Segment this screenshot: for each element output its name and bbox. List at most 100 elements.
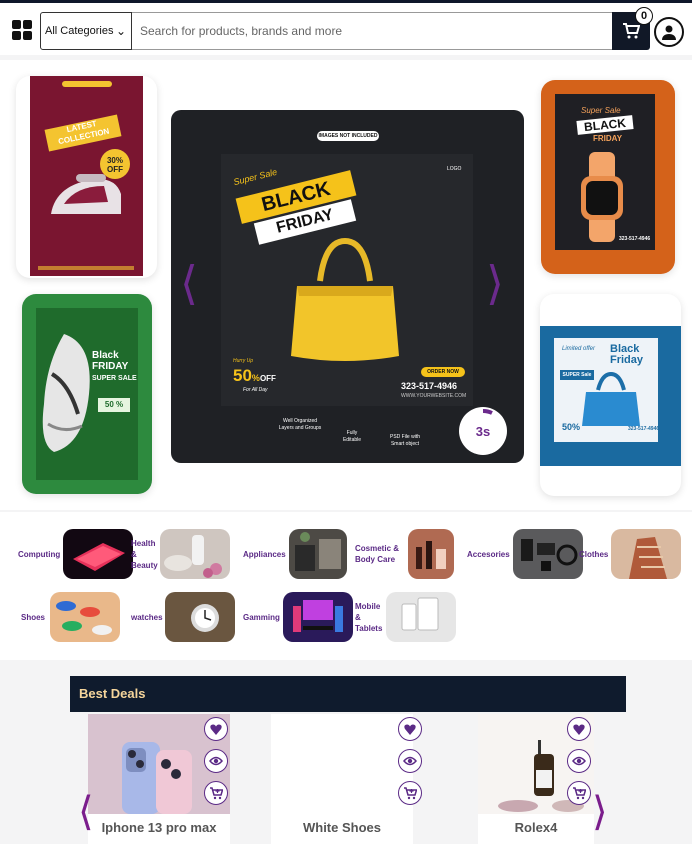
account-button[interactable] [654,17,684,47]
category-image [386,592,456,642]
slide-for-all: For All Day [243,387,268,393]
chevron-down-icon: ⌄ [115,24,126,38]
product-name: Iphone 13 pro max [101,820,217,835]
promo-card-black-friday-shoes[interactable]: Black FRIDAY SUPER SALE 50 % [22,294,152,494]
slide-discount-value: 50 [233,366,252,385]
wishlist-button[interactable] [204,717,228,741]
promo-poster: Limited offer Black Friday SUPER Sale 50%… [540,326,681,466]
promo-title-line3: SUPER SALE [92,375,137,382]
slide-tag: IMAGES NOT INCLUDED [317,131,379,141]
category-image [160,529,230,579]
category-select[interactable]: All Categories ⌄ [40,12,132,50]
carousel-timer: 3s [459,407,507,455]
deals-prev-arrow[interactable]: ⟨ [78,792,94,832]
slide-feature-2: Fully Editable [342,430,362,443]
quick-view-button[interactable] [398,749,422,773]
eye-icon [403,756,417,766]
slide-feature-1: Well Organized Layers and Groups [278,418,322,431]
slide-phone: 323-517-4946 [401,381,458,391]
iron-image [51,174,121,214]
product-name: White Shoes [302,820,381,835]
wishlist-button[interactable] [567,717,591,741]
promo-poster: LATEST COLLECTION 30% OFF [30,76,143,276]
handbag-image [291,237,399,361]
promo-phone: 323-517-4946 [628,426,660,432]
eye-icon [572,756,586,766]
category-image [288,529,347,579]
add-to-cart-button[interactable] [398,781,422,805]
slide-upto: Hurry Up [233,358,254,364]
category-watches[interactable]: watches [131,592,235,642]
category-label: watches [131,612,163,622]
product-card[interactable]: White Shoes [271,714,413,844]
category-label: Clothes [579,549,609,559]
timer-ring-icon [482,409,493,415]
quick-view-button[interactable] [567,749,591,773]
category-image [282,592,353,642]
category-health-beauty[interactable]: Health & Beauty [131,529,230,579]
promo-script: Limited offer [562,346,596,352]
category-select-value: All Categories [45,25,114,37]
promo-card-watch[interactable]: Super Sale BLACK FRIDAY 323-517-4946 [541,80,675,274]
heart-icon [210,724,222,735]
category-shoes[interactable]: Shoes [21,592,121,642]
deals-next-arrow[interactable]: ⟩ [592,792,608,832]
slide-off: OFF [259,374,276,383]
category-accessories[interactable]: Accesories [467,529,583,579]
promo-phone: 323-517-4946 [619,236,651,242]
heart-icon [573,724,585,735]
promo-card-latest-collection[interactable]: LATEST COLLECTION 30% OFF [16,76,157,278]
cart-icon [623,23,640,39]
add-to-cart-button[interactable] [567,781,591,805]
promo-card-blue-bag[interactable]: Limited offer Black Friday SUPER Sale 50%… [540,294,681,496]
slide-discount-unit: % [251,373,260,383]
category-label: Cosmetic & Body Care [355,544,400,564]
cart-count-badge: 0 [635,7,653,25]
promo-discount: 50 % [98,398,130,412]
category-image [611,529,682,579]
category-computing[interactable]: Computing [18,529,134,579]
promo-title: Black FRIDAY SUPER SALE [92,350,146,384]
category-strip: Computing Health & Beauty Appliances Cos… [0,512,692,660]
heart-icon [404,724,416,735]
wishlist-button[interactable] [398,717,422,741]
user-icon [662,25,676,40]
category-image [164,592,235,642]
menu-grid-icon[interactable] [12,20,32,40]
category-image [512,529,583,579]
promo-discount: 50% [562,422,581,432]
search-input[interactable]: Search for products, brands and more [132,12,613,50]
smartwatch-image [581,152,623,242]
carousel-prev-arrow[interactable]: ⟨ [180,260,198,306]
eye-icon [209,756,223,766]
add-cart-icon [404,786,417,799]
product-name: Rolex4 [514,820,558,835]
category-image [63,529,134,579]
slide-logo: LOGO [447,166,462,172]
category-label: Mobile & Tablets [355,601,383,633]
category-clothes[interactable]: Clothes [579,529,682,579]
promo-title: LATEST COLLECTION [44,114,122,152]
carousel-next-arrow[interactable]: ⟩ [486,260,504,306]
add-to-cart-button[interactable] [204,781,228,805]
category-cosmetic-body-care[interactable]: Cosmetic & Body Care [355,529,454,579]
category-gaming[interactable]: Gamming [243,592,353,642]
promo-title-friday: FRIDAY [593,134,623,143]
category-image [50,592,121,642]
category-label: Shoes [21,612,46,622]
quick-view-button[interactable] [204,749,228,773]
category-mobile-tablets[interactable]: Mobile & Tablets [355,592,456,642]
slide-website: WWW.YOURWEBSITE.COM [401,393,467,399]
promo-title-line2: FRIDAY [92,361,129,372]
slide-poster: Super Sale BLACK FRIDAY LOGO Hurry Up 50… [221,154,473,406]
promo-poster: Black FRIDAY SUPER SALE 50 % [22,294,152,494]
hero-carousel: LATEST COLLECTION 30% OFF Black FRIDAY SUPE… [0,60,692,510]
sneaker-image [42,334,90,452]
category-appliances[interactable]: Appliances [243,529,347,579]
category-label: Gamming [243,612,280,622]
promo-title: Black Friday [610,344,643,366]
slide-discount: 50%OFF [233,366,276,386]
category-label: Health & Beauty [131,538,158,570]
category-label: Computing [18,549,61,559]
slide-order-button: ORDER NOW [421,367,465,377]
